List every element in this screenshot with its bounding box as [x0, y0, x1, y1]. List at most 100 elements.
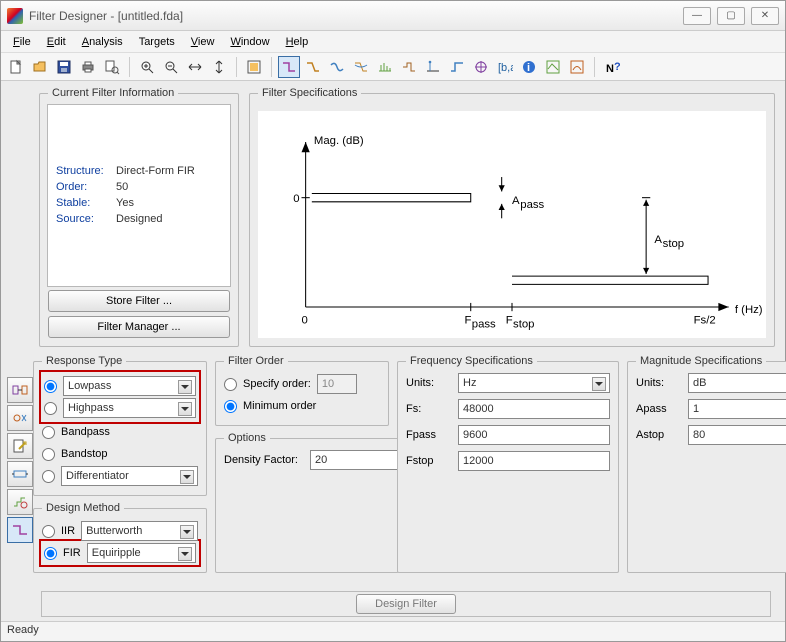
print-icon[interactable] — [77, 56, 99, 78]
close-button[interactable]: ✕ — [751, 7, 779, 25]
svg-text:f (Hz): f (Hz) — [735, 304, 763, 316]
iir-radio[interactable] — [42, 525, 55, 538]
polezero-icon[interactable] — [470, 56, 492, 78]
round-off-icon[interactable] — [566, 56, 588, 78]
filter-spec-panel: Filter Specifications Mag. (dB) 0 Fpass — [249, 87, 775, 347]
fstop-input[interactable] — [458, 451, 610, 471]
minimize-button[interactable]: — — [683, 7, 711, 25]
zoom-x-icon[interactable] — [184, 56, 206, 78]
bandstop-label: Bandstop — [61, 448, 107, 460]
menu-edit[interactable]: Edit — [41, 34, 72, 50]
side-design-icon[interactable] — [7, 517, 33, 543]
differentiator-select[interactable]: Differentiator — [61, 466, 198, 486]
magnitude-spec-panel: Magnitude Specifications Units:dB Apass … — [627, 355, 786, 573]
specify-order-radio[interactable] — [224, 378, 237, 391]
fpass-input[interactable] — [458, 425, 610, 445]
svg-text:stop: stop — [663, 238, 684, 250]
phase-delay-icon[interactable] — [398, 56, 420, 78]
svg-text:0: 0 — [293, 193, 299, 205]
menu-file[interactable]: File — [7, 34, 37, 50]
coefficients-icon[interactable]: [b,a] — [494, 56, 516, 78]
iir-select[interactable]: Butterworth — [81, 521, 198, 541]
bandpass-label: Bandpass — [61, 426, 110, 438]
frequency-spec-panel: Frequency Specifications Units:Hz Fs: Fp… — [397, 355, 619, 573]
side-realize-icon[interactable] — [7, 377, 33, 403]
filter-spec-icon[interactable] — [278, 56, 300, 78]
order-value: 50 — [116, 181, 128, 193]
side-multirate-icon[interactable] — [7, 461, 33, 487]
filter-spec-legend: Filter Specifications — [258, 87, 361, 99]
bandstop-radio[interactable] — [42, 448, 55, 461]
apass-input[interactable] — [688, 399, 786, 419]
menu-help[interactable]: Help — [280, 34, 315, 50]
specify-order-label: Specify order: — [243, 378, 311, 390]
new-icon[interactable] — [5, 56, 27, 78]
menu-window[interactable]: Window — [224, 34, 275, 50]
menu-targets[interactable]: Targets — [133, 34, 181, 50]
astop-label: Astop — [636, 429, 682, 441]
mag-response-icon[interactable] — [302, 56, 324, 78]
structure-label: Structure: — [56, 165, 116, 177]
open-icon[interactable] — [29, 56, 51, 78]
fpass-label: Fpass — [406, 429, 452, 441]
bandpass-radio[interactable] — [42, 426, 55, 439]
mag-units-select[interactable]: dB — [688, 373, 786, 393]
maximize-button[interactable]: ▢ — [717, 7, 745, 25]
frequency-spec-legend: Frequency Specifications — [406, 355, 537, 367]
fs-input[interactable] — [458, 399, 610, 419]
design-method-legend: Design Method — [42, 502, 124, 514]
svg-text:i: i — [527, 62, 530, 74]
filter-order-legend: Filter Order — [224, 355, 288, 367]
full-view-icon[interactable] — [243, 56, 265, 78]
magnitude-spec-legend: Magnitude Specifications — [636, 355, 766, 367]
svg-text:A: A — [512, 195, 520, 207]
menu-view[interactable]: View — [185, 34, 221, 50]
side-import-icon[interactable] — [7, 433, 33, 459]
mag-phase-icon[interactable] — [350, 56, 372, 78]
lowpass-radio[interactable] — [44, 380, 57, 393]
side-quantize-icon[interactable] — [7, 489, 33, 515]
current-filter-info-panel: Current Filter Information Structure:Dir… — [39, 87, 239, 347]
save-icon[interactable] — [53, 56, 75, 78]
design-method-panel: Design Method IIR Butterworth FIR Equiripp… — [33, 502, 207, 573]
menubar: File Edit Analysis Targets View Window H… — [1, 31, 785, 53]
specify-order-input — [317, 374, 357, 394]
print-preview-icon[interactable] — [101, 56, 123, 78]
store-filter-button[interactable]: Store Filter ... — [48, 290, 230, 312]
differentiator-radio[interactable] — [42, 470, 55, 483]
freq-units-select[interactable]: Hz — [458, 373, 610, 393]
help-icon[interactable]: N? — [601, 56, 623, 78]
fir-radio[interactable] — [44, 547, 57, 560]
svg-text:[b,a]: [b,a] — [498, 62, 513, 74]
mag-units-label: Units: — [636, 377, 682, 389]
filter-manager-button[interactable]: Filter Manager ... — [48, 316, 230, 338]
minimum-order-radio[interactable] — [224, 400, 237, 413]
astop-input[interactable] — [688, 425, 786, 445]
window-title: Filter Designer - [untitled.fda] — [29, 9, 683, 23]
info-icon[interactable]: i — [518, 56, 540, 78]
design-filter-button[interactable]: Design Filter — [356, 594, 456, 614]
svg-text:pass: pass — [520, 199, 544, 211]
options-legend: Options — [224, 432, 270, 444]
lowpass-select[interactable]: Lowpass — [63, 376, 196, 396]
highpass-select[interactable]: Highpass — [63, 398, 196, 418]
zoom-out-icon[interactable] — [160, 56, 182, 78]
zoom-y-icon[interactable] — [208, 56, 230, 78]
fir-select[interactable]: Equiripple — [87, 543, 196, 563]
svg-text:pass: pass — [472, 319, 496, 331]
phase-response-icon[interactable] — [326, 56, 348, 78]
iir-label: IIR — [61, 525, 75, 537]
fir-label: FIR — [63, 547, 81, 559]
step-response-icon[interactable] — [446, 56, 468, 78]
magnitude-estimate-icon[interactable] — [542, 56, 564, 78]
app-icon — [7, 8, 23, 24]
svg-text:Fs/2: Fs/2 — [694, 315, 716, 327]
zoom-in-icon[interactable] — [136, 56, 158, 78]
svg-text:N: N — [606, 63, 614, 75]
impulse-response-icon[interactable] — [422, 56, 444, 78]
group-delay-icon[interactable] — [374, 56, 396, 78]
menu-analysis[interactable]: Analysis — [76, 34, 129, 50]
side-polezero-icon[interactable] — [7, 405, 33, 431]
highpass-radio[interactable] — [44, 402, 57, 415]
svg-text:stop: stop — [513, 319, 534, 331]
